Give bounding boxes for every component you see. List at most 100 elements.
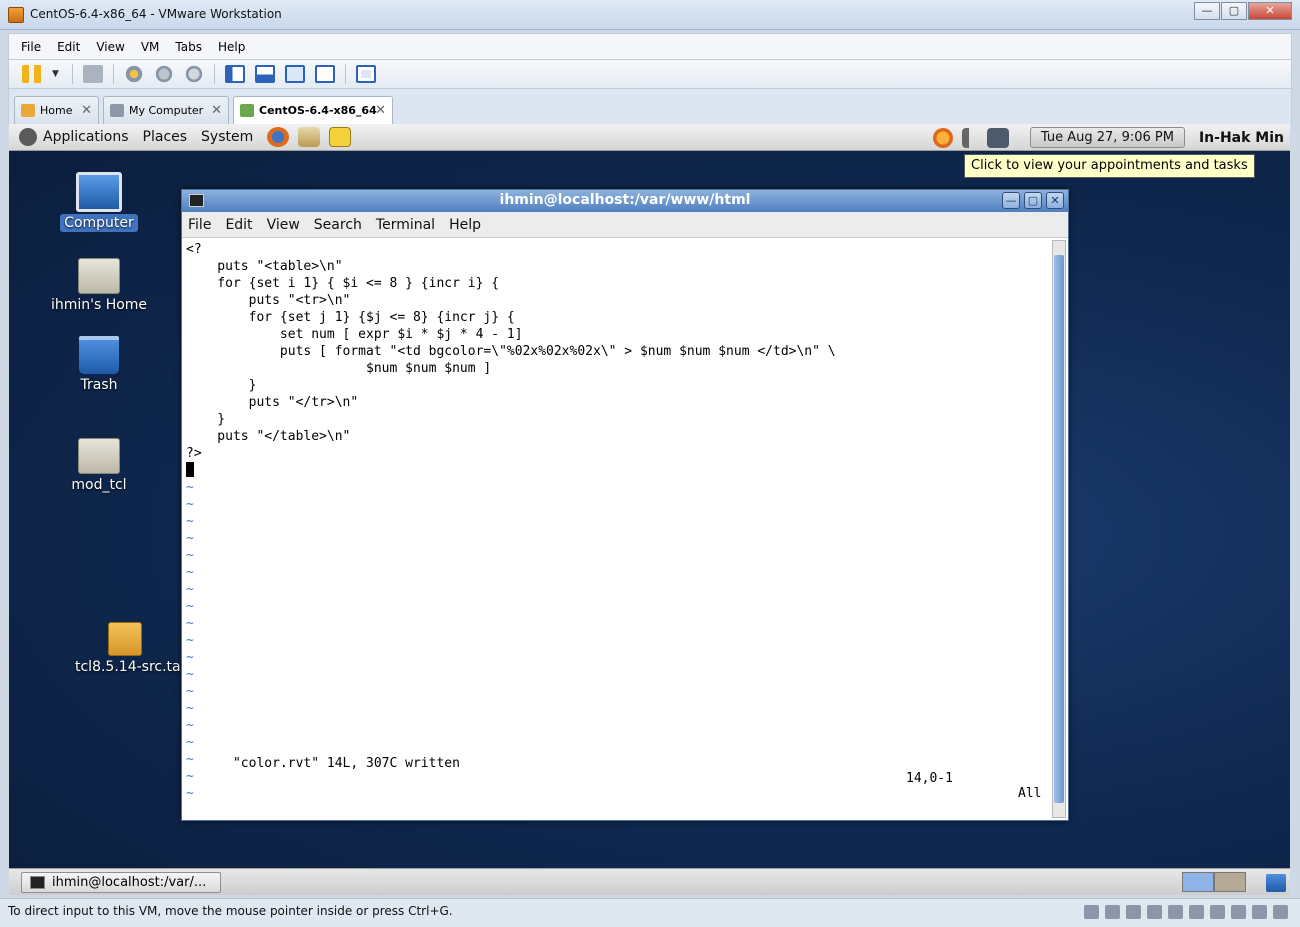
terminal-menu-view[interactable]: View <box>267 217 300 233</box>
console-view-icon[interactable] <box>356 65 376 83</box>
window-controls: — ▢ ✕ <box>1193 2 1292 20</box>
terminal-menu-file[interactable]: File <box>188 217 211 233</box>
printer-icon[interactable] <box>1189 905 1204 919</box>
terminal-window[interactable]: ihmin@localhost:/var/www/html — ▢ ✕ File… <box>181 189 1069 821</box>
vim-empty-line-marker: ~ <box>186 616 194 631</box>
workspace-2[interactable] <box>1214 872 1246 892</box>
sidebar-toggle-icon[interactable] <box>225 65 245 83</box>
send-ctrl-alt-del-icon[interactable] <box>83 65 103 83</box>
desktop-icon-computer[interactable]: Computer <box>59 172 139 232</box>
terminal-menu-edit[interactable]: Edit <box>225 217 252 233</box>
workspace-1[interactable] <box>1182 872 1214 892</box>
workspace-switcher <box>1182 872 1246 892</box>
terminal-window-controls: — ▢ ✕ <box>998 192 1064 209</box>
terminal-maximize-button[interactable]: ▢ <box>1024 192 1042 209</box>
vmware-app-icon <box>8 7 24 23</box>
terminal-menu-help[interactable]: Help <box>449 217 481 233</box>
vim-empty-line-marker: ~ <box>186 701 194 716</box>
vim-status-line: "color.rvt" 14L, 307C written 14,0-1 All <box>186 741 1048 816</box>
firefox-icon[interactable] <box>267 127 290 147</box>
close-icon[interactable]: ✕ <box>81 103 92 118</box>
tab-home[interactable]: Home ✕ <box>14 96 99 124</box>
tab-label: My Computer <box>129 104 204 117</box>
home-folder-icon <box>78 258 120 294</box>
desktop-icon-home[interactable]: ihmin's Home <box>45 258 153 314</box>
terminal-text-area[interactable]: <? puts "<table>\n" for {set i 1} { $i <… <box>182 238 1050 820</box>
menu-system[interactable]: System <box>201 129 253 145</box>
floppy-icon[interactable] <box>1126 905 1141 919</box>
user-name[interactable]: In-Hak Min <box>1199 130 1284 146</box>
vim-scroll-indicator: All <box>1018 786 1042 801</box>
taskbar-terminal-button[interactable]: ihmin@localhost:/var/... <box>21 872 221 893</box>
trash-icon <box>79 336 119 374</box>
thumbnail-bar-icon[interactable] <box>255 65 275 83</box>
clock[interactable]: Tue Aug 27, 9:06 PM <box>1029 127 1185 148</box>
snapshot-icon[interactable] <box>124 65 144 83</box>
message-log-icon[interactable] <box>1273 905 1288 919</box>
close-button[interactable]: ✕ <box>1248 2 1292 20</box>
network-adapter-icon[interactable] <box>1147 905 1162 919</box>
close-icon[interactable]: ✕ <box>211 103 222 118</box>
toolbar-separator <box>345 64 346 84</box>
desktop-icon-label: Computer <box>60 214 138 232</box>
update-notifier-icon[interactable] <box>932 127 953 148</box>
hard-disk-icon[interactable] <box>1084 905 1099 919</box>
menu-applications[interactable]: Applications <box>43 129 129 145</box>
menu-view[interactable]: View <box>96 40 124 54</box>
sound-card-icon[interactable] <box>1210 905 1225 919</box>
terminal-close-button[interactable]: ✕ <box>1046 192 1064 209</box>
gnome-foot-icon[interactable] <box>19 128 37 146</box>
minimize-button[interactable]: — <box>1194 2 1220 20</box>
menu-tabs[interactable]: Tabs <box>175 40 202 54</box>
vim-status-message: "color.rvt" 14L, 307C written <box>232 756 460 771</box>
terminal-titlebar[interactable]: ihmin@localhost:/var/www/html — ▢ ✕ <box>182 190 1068 212</box>
terminal-minimize-button[interactable]: — <box>1002 192 1020 209</box>
pause-icon[interactable] <box>22 65 42 83</box>
window-title: CentOS-6.4-x86_64 - VMware Workstation <box>30 7 282 21</box>
mail-icon[interactable] <box>298 127 321 147</box>
scrollbar-thumb[interactable] <box>1054 255 1064 803</box>
terminal-line: ?> <box>186 446 202 461</box>
guest-screen[interactable]: Applications Places System Tue Aug 27, 9… <box>9 124 1290 868</box>
tab-label: Home <box>40 104 73 117</box>
terminal-line: for {set j 1} {$j <= 8} {incr j} { <box>186 310 515 325</box>
desktop-icon-tcl-archive[interactable]: tcl8.5.14-src.tar.g <box>65 622 198 676</box>
terminal-menu-search[interactable]: Search <box>314 217 362 233</box>
device-status-icons <box>1078 905 1288 919</box>
desktop-icon-trash[interactable]: Trash <box>59 336 139 394</box>
desktop-icon-mod-tcl[interactable]: mod_tcl <box>59 438 139 494</box>
menu-vm[interactable]: VM <box>141 40 160 54</box>
fullscreen-icon[interactable] <box>285 65 305 83</box>
cursor-line <box>186 462 1050 479</box>
vm-running-icon <box>240 104 254 117</box>
menu-places[interactable]: Places <box>143 129 188 145</box>
terminal-line: puts [ format "<td bgcolor=\"%02x%02x%02… <box>186 344 836 359</box>
vm-titlebar: CentOS-6.4-x86_64 - VMware Workstation —… <box>0 0 1300 30</box>
terminal-scrollbar[interactable] <box>1052 240 1066 818</box>
menu-file[interactable]: File <box>21 40 41 54</box>
serial-port-icon[interactable] <box>1231 905 1246 919</box>
tab-my-computer[interactable]: My Computer ✕ <box>103 96 229 124</box>
vim-cursor-position: 14,0-1 <box>906 771 953 786</box>
terminal-line: <? <box>186 242 202 257</box>
display-icon[interactable] <box>1252 905 1267 919</box>
maximize-button[interactable]: ▢ <box>1221 2 1247 20</box>
volume-icon[interactable] <box>961 127 978 148</box>
network-icon[interactable] <box>986 127 1009 148</box>
menu-edit[interactable]: Edit <box>57 40 80 54</box>
cd-rom-icon[interactable] <box>1105 905 1120 919</box>
unity-icon[interactable] <box>315 65 335 83</box>
terminal-menu-terminal[interactable]: Terminal <box>376 217 435 233</box>
usb-icon[interactable] <box>1168 905 1183 919</box>
vim-empty-line-marker: ~ <box>186 480 194 495</box>
close-icon[interactable]: ✕ <box>375 103 386 118</box>
revert-snapshot-icon[interactable] <box>154 65 174 83</box>
terminal-line: } <box>186 412 226 427</box>
tab-label: CentOS-6.4-x86_64 <box>259 104 377 117</box>
snapshot-manager-icon[interactable] <box>184 65 204 83</box>
trash-applet-icon[interactable] <box>1266 874 1286 892</box>
tab-centos[interactable]: CentOS-6.4-x86_64 ✕ <box>233 96 393 124</box>
chevron-down-icon[interactable]: ▼ <box>52 65 62 83</box>
menu-help[interactable]: Help <box>218 40 245 54</box>
notes-icon[interactable] <box>329 127 352 147</box>
